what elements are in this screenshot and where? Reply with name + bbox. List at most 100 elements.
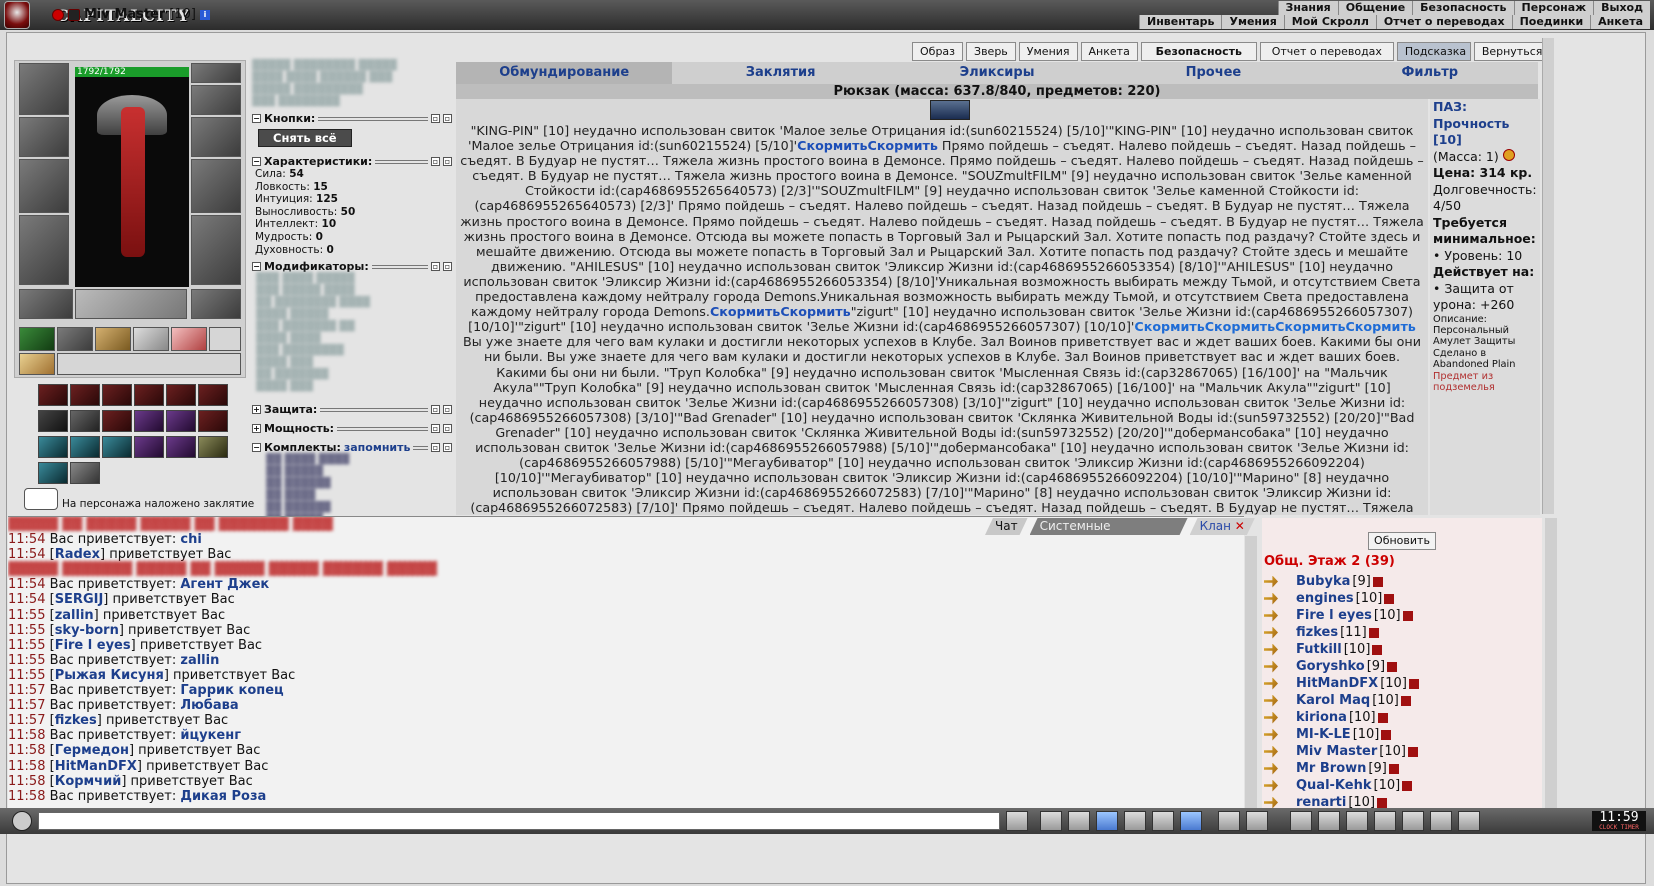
sets-section[interactable]: − Комплекты: запомнить ▫ ▫	[252, 441, 452, 454]
scroll-slot-icon[interactable]	[133, 327, 169, 351]
skill-icon[interactable]	[198, 410, 228, 432]
skill-icon[interactable]	[70, 384, 100, 406]
power-section[interactable]: + Мощность: ▫ ▫	[252, 422, 452, 435]
chat-nick[interactable]: SERGIJ	[55, 592, 104, 607]
private-arrow-icon[interactable]	[1264, 643, 1278, 656]
chat-nick[interactable]: Любава	[180, 698, 238, 713]
tab-filter[interactable]: Фильтр	[1322, 62, 1538, 84]
message-icon[interactable]	[1430, 811, 1452, 831]
skill-icon[interactable]	[102, 410, 132, 432]
nav-social[interactable]: Общение	[1337, 1, 1413, 15]
user-info-icon[interactable]	[1402, 780, 1413, 791]
return-button[interactable]: Вернуться	[1473, 42, 1548, 61]
private-arrow-icon[interactable]	[1264, 745, 1278, 758]
protection-section[interactable]: + Защита: ▫ ▫	[252, 403, 452, 416]
skill-icon[interactable]	[38, 462, 68, 484]
scroll-slot-icon[interactable]	[95, 327, 131, 351]
online-user-name[interactable]: fizkes	[1296, 625, 1338, 640]
tab-system-messages[interactable]: Системные сообщения	[1030, 518, 1188, 535]
nav-fights[interactable]: Поединки	[1511, 15, 1591, 29]
skill-icon[interactable]	[166, 384, 196, 406]
private-arrow-icon[interactable]	[1264, 779, 1278, 792]
scroll-slot-icon[interactable]	[19, 353, 55, 375]
chat-nick[interactable]: Рыжая Кисуня	[55, 668, 164, 683]
scroll-slot-icon[interactable]	[57, 327, 93, 351]
private-arrow-icon[interactable]	[1264, 677, 1278, 690]
skill-icon[interactable]	[102, 436, 132, 458]
skill-icon[interactable]	[38, 384, 68, 406]
user-info-icon[interactable]	[1388, 763, 1399, 774]
online-user-name[interactable]: MI-K-LE	[1296, 727, 1351, 742]
image-button[interactable]: Образ	[912, 42, 964, 61]
clan-sign-icon[interactable]	[52, 8, 64, 21]
amulet-item-icon[interactable]	[930, 100, 970, 120]
chat-nick[interactable]: йцукенг	[180, 728, 241, 743]
user-info-icon[interactable]	[1400, 695, 1411, 706]
channel-icon[interactable]	[1152, 811, 1174, 831]
walk-icon[interactable]	[1124, 811, 1146, 831]
user-info-icon[interactable]	[1372, 576, 1383, 587]
gloves-slot-icon[interactable]	[191, 117, 241, 157]
character-avatar[interactable]	[75, 67, 189, 287]
legs-slot-icon[interactable]	[191, 215, 241, 285]
private-arrow-icon[interactable]	[1264, 711, 1278, 724]
nav-exit[interactable]: Выход	[1593, 1, 1650, 15]
eraser-icon[interactable]	[1040, 811, 1062, 831]
chat-nick[interactable]: Гаррик копец	[180, 683, 283, 698]
private-arrow-icon[interactable]	[1264, 575, 1278, 588]
skill-icon[interactable]	[70, 410, 100, 432]
chat-nick[interactable]: Кормчий	[55, 774, 122, 789]
online-user-name[interactable]: engines	[1296, 591, 1354, 606]
weapon-slot-icon[interactable]	[19, 159, 69, 213]
chat-nick[interactable]: Гермедон	[55, 743, 129, 758]
user-info-icon[interactable]	[1368, 627, 1379, 638]
tab-other[interactable]: Прочее	[1105, 62, 1321, 84]
hint-button[interactable]: Подсказка	[1396, 42, 1471, 61]
nav-skills[interactable]: Умения	[1221, 15, 1284, 29]
info-icon[interactable]: i	[199, 9, 210, 20]
buttons-section[interactable]: − Кнопки: ▫ ▫	[252, 112, 452, 125]
send-icon[interactable]	[1006, 811, 1028, 831]
key-icon[interactable]	[1290, 811, 1312, 831]
skill-icon[interactable]	[166, 410, 196, 432]
user-info-icon[interactable]	[1381, 729, 1392, 740]
nav-knowledge[interactable]: Знания	[1277, 1, 1338, 15]
smile-icon[interactable]	[1218, 811, 1240, 831]
heart-slot-icon[interactable]	[171, 327, 207, 351]
empty-slot[interactable]	[209, 327, 241, 351]
chat-nick[interactable]: Агент Джек	[180, 577, 269, 592]
chat-nick[interactable]: chi	[180, 532, 201, 547]
private-arrow-icon[interactable]	[1264, 609, 1278, 622]
user-info-icon[interactable]	[1407, 746, 1418, 757]
tab-spells[interactable]: Заклятия	[672, 62, 888, 84]
online-scrollbar[interactable]	[1545, 518, 1557, 808]
tab-equipment[interactable]: Обмундирование	[456, 62, 673, 84]
save-icon[interactable]	[1096, 811, 1118, 831]
refresh-button[interactable]: Обновить	[1368, 532, 1436, 550]
rings-slot-icon[interactable]	[75, 289, 187, 319]
undress-all-button[interactable]: Снять всё	[258, 129, 352, 147]
nav-my-scroll[interactable]: Мой Скролл	[1283, 15, 1376, 29]
online-user-name[interactable]: Mr Brown	[1296, 761, 1366, 776]
online-user-name[interactable]: Goryshko	[1296, 659, 1365, 674]
online-user-name[interactable]: HitManDFX	[1296, 676, 1378, 691]
security-button[interactable]: Безопасность	[1140, 42, 1257, 61]
helmet-slot-icon[interactable]	[19, 63, 69, 115]
private-arrow-icon[interactable]	[1264, 796, 1278, 808]
online-user-name[interactable]: Fire l eyes	[1296, 608, 1372, 623]
online-user-name[interactable]: Qual-Kehk	[1296, 778, 1372, 793]
tab-chat[interactable]: Чат	[985, 518, 1028, 535]
nav-transfer-report[interactable]: Отчет о переводах	[1375, 15, 1512, 29]
online-user-name[interactable]: Karol Maq	[1296, 693, 1370, 708]
user-info-icon[interactable]	[1377, 797, 1388, 808]
nav-security[interactable]: Безопасность	[1412, 1, 1514, 15]
transfer-icon[interactable]	[1246, 811, 1268, 831]
chat-nick[interactable]: zallin	[55, 608, 94, 623]
online-user-name[interactable]: Miv Master	[1296, 744, 1377, 759]
nav-character[interactable]: Персонаж	[1513, 1, 1594, 15]
online-user-name[interactable]: Bubyka	[1296, 574, 1350, 589]
shield-slot-icon[interactable]	[191, 159, 241, 213]
amulet-slot-icon[interactable]	[191, 85, 241, 115]
chat-nick[interactable]: fizkes	[55, 713, 97, 728]
spell-scroll-icon[interactable]	[24, 488, 58, 510]
